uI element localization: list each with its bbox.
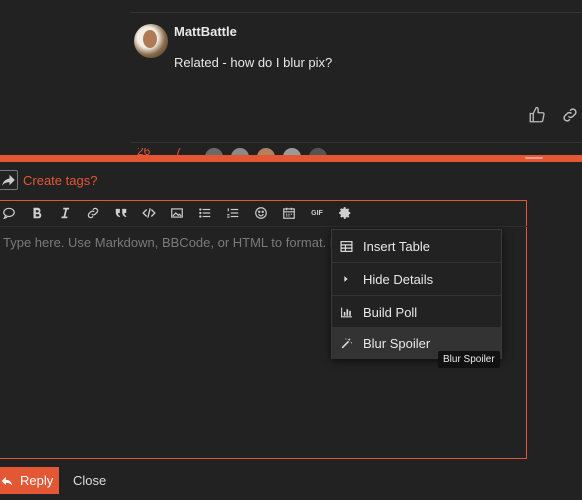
gif-button[interactable]: GIF [308,204,326,222]
link-icon[interactable] [561,106,579,124]
italic-icon[interactable] [56,204,74,222]
composer-resize-bar[interactable] [0,155,582,162]
avatar[interactable] [134,24,168,58]
menu-item-insert-table[interactable]: Insert Table [332,230,501,262]
caret-right-icon [339,272,353,286]
reply-button[interactable]: Reply [0,467,59,494]
grip-handle[interactable] [525,157,543,159]
image-icon[interactable] [168,204,186,222]
bullet-list-icon[interactable] [196,204,214,222]
menu-item-label: Hide Details [363,271,434,287]
like-icon[interactable] [528,106,546,124]
link-icon[interactable] [84,204,102,222]
composer-input[interactable]: Type here. Use Markdown, BBCode, or HTML… [3,235,332,250]
table-icon [339,239,353,253]
blockquote-icon[interactable] [112,204,130,222]
menu-item-hide-details[interactable]: Hide Details [332,263,501,295]
menu-item-label: Blur Spoiler [363,335,431,351]
post-body: Related - how do I blur pix? [174,55,333,70]
calendar-icon[interactable] [280,204,298,222]
toolbar-divider [0,226,527,227]
menu-item-build-poll[interactable]: Build Poll [332,296,501,328]
numbered-list-icon[interactable] [224,204,242,222]
chart-icon [339,305,353,319]
post-divider-bottom [130,142,582,143]
create-tags-link[interactable]: Create tags? [23,173,97,188]
post-username[interactable]: MattBattle [174,24,237,39]
menu-item-label: Build Poll [363,304,418,320]
post-divider [130,12,582,13]
magic-icon [339,336,353,350]
quote-bubble-icon[interactable] [0,204,18,222]
toolbar-options-menu: Insert Table Hide Details Build Poll Blu… [331,229,502,359]
reply-icon [0,474,14,488]
code-icon[interactable] [140,204,158,222]
reply-action-icon[interactable] [0,170,18,190]
tooltip: Blur Spoiler [438,351,500,368]
bold-icon[interactable] [28,204,46,222]
emoji-icon[interactable] [252,204,270,222]
menu-item-label: Insert Table [363,238,430,254]
gear-icon[interactable] [336,204,354,222]
close-button[interactable]: Close [73,473,106,488]
reply-button-label: Reply [20,473,54,488]
